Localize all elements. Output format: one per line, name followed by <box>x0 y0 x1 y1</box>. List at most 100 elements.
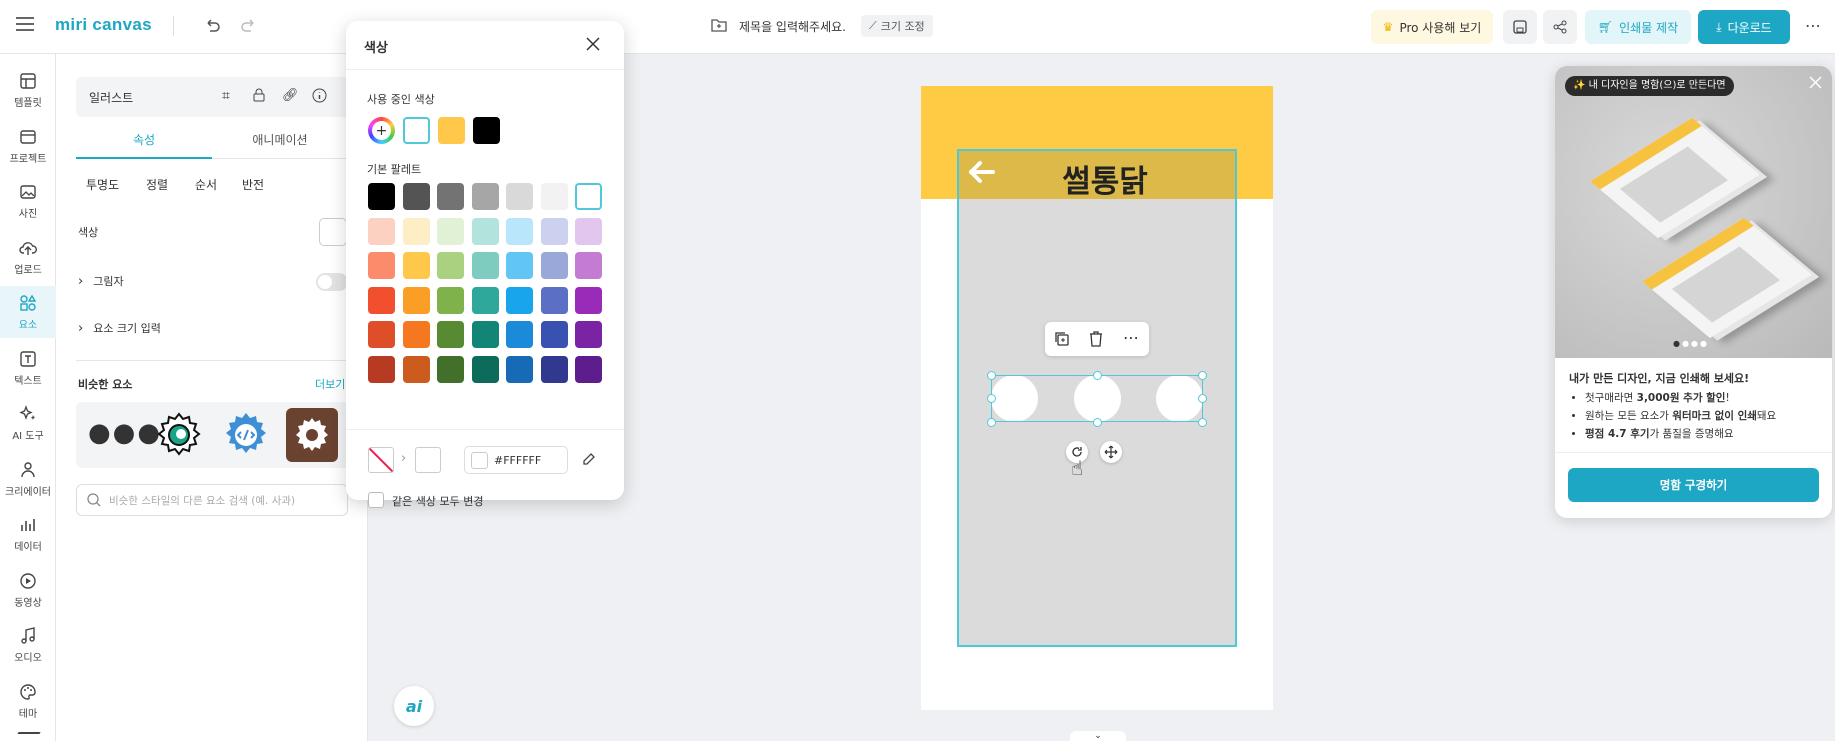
move-handle[interactable] <box>1100 441 1122 463</box>
palette-swatch[interactable] <box>368 355 395 383</box>
palette-swatch[interactable] <box>575 286 602 314</box>
shadow-toggle-row[interactable]: › 그림자 <box>78 273 124 289</box>
duplicate-icon[interactable] <box>1054 331 1070 350</box>
resize-handle[interactable] <box>987 394 996 403</box>
add-color-button[interactable]: + <box>368 117 395 144</box>
rail-item-7[interactable]: AI 도구 <box>0 397 56 449</box>
palette-swatch[interactable] <box>540 183 568 210</box>
palette-swatch[interactable] <box>402 321 430 348</box>
palette-swatch[interactable] <box>506 217 533 245</box>
more-link[interactable]: 더보기 <box>315 376 345 392</box>
back-arrow-icon[interactable] <box>963 154 999 193</box>
tab-properties[interactable]: 속성 <box>76 131 212 157</box>
palette-swatch[interactable] <box>540 321 568 348</box>
save-button[interactable] <box>1503 10 1537 44</box>
used-color-swatch[interactable] <box>438 117 465 144</box>
title-input[interactable]: 제목을 입력해주세요. <box>739 18 846 35</box>
palette-swatch[interactable] <box>437 217 464 245</box>
palette-swatch[interactable] <box>368 217 395 245</box>
palette-swatch[interactable] <box>402 217 430 245</box>
rail-item-11[interactable]: 오디오 <box>0 619 56 671</box>
palette-swatch[interactable] <box>437 183 464 210</box>
subtab-align[interactable]: 정렬 <box>146 176 168 193</box>
resize-handle[interactable] <box>987 418 996 427</box>
palette-swatch[interactable] <box>437 252 464 279</box>
palette-swatch[interactable] <box>540 217 568 245</box>
lock-icon[interactable] <box>253 88 265 105</box>
palette-swatch[interactable] <box>506 183 533 210</box>
gear-code-icon[interactable] <box>221 410 271 463</box>
undo-icon[interactable] <box>204 17 220 36</box>
palette-swatch[interactable] <box>575 321 602 348</box>
close-icon[interactable] <box>586 37 600 54</box>
resize-handle[interactable] <box>1093 371 1102 380</box>
shadow-toggle[interactable] <box>316 273 348 291</box>
palette-swatch[interactable] <box>368 286 395 314</box>
rail-item-1[interactable]: 템플릿 <box>0 64 56 116</box>
resize-handle[interactable] <box>1198 418 1207 427</box>
palette-swatch[interactable] <box>368 183 395 210</box>
palette-swatch[interactable] <box>368 252 395 279</box>
palette-swatch[interactable] <box>540 252 568 279</box>
subtab-opacity[interactable]: 투명도 <box>86 176 119 193</box>
tab-animation[interactable]: 애니메이션 <box>212 131 348 157</box>
gear-outline-icon[interactable] <box>154 410 204 463</box>
more-icon[interactable]: ⋯ <box>1805 16 1821 35</box>
palette-swatch[interactable] <box>575 355 602 383</box>
resize-handle[interactable] <box>1198 394 1207 403</box>
info-icon[interactable] <box>312 88 327 106</box>
ai-assistant-button[interactable]: ai <box>394 686 434 726</box>
similar-search-input[interactable]: 비슷한 스타일의 다른 요소 검색 (예. 사과) <box>76 484 348 516</box>
rail-item-8[interactable]: 크리에이터 <box>0 453 56 505</box>
palette-swatch[interactable] <box>506 286 533 314</box>
subtab-flip[interactable]: 반전 <box>242 176 264 193</box>
palette-swatch[interactable] <box>471 321 499 348</box>
eyedropper-icon[interactable] <box>582 452 596 469</box>
palette-swatch[interactable] <box>402 286 430 314</box>
palette-swatch[interactable] <box>540 286 568 314</box>
no-fill-swatch[interactable] <box>368 447 394 473</box>
hex-input[interactable]: #FFFFFF <box>464 446 568 474</box>
rail-item-4[interactable]: 업로드 <box>0 231 56 283</box>
palette-swatch[interactable] <box>506 321 533 348</box>
promo-cta-button[interactable]: 명함 구경하기 <box>1568 468 1819 502</box>
logo[interactable]: miri canvas <box>55 15 152 35</box>
dots-element[interactable]: ●●● <box>88 420 162 446</box>
rail-item-2[interactable]: 프로젝트 <box>0 120 56 172</box>
design-page[interactable]: 썰통닭 ⋯ ☝ <box>921 86 1273 710</box>
download-button[interactable]: ⤓ 다운로드 <box>1698 10 1790 44</box>
share-button[interactable] <box>1543 10 1577 44</box>
print-button[interactable]: 🛒︎ 인쇄물 제작 <box>1585 10 1691 44</box>
link-icon[interactable]: 🔗︎ <box>282 88 299 103</box>
more-options-icon[interactable]: ⋯ <box>1123 328 1139 347</box>
palette-swatch[interactable] <box>402 252 430 279</box>
palette-swatch[interactable] <box>575 252 602 279</box>
pro-trial-button[interactable]: ♛ Pro 사용해 보기 <box>1371 10 1493 44</box>
rail-item-5[interactable]: 요소 <box>0 286 56 338</box>
redo-icon[interactable] <box>241 17 257 36</box>
resize-handle[interactable] <box>987 371 996 380</box>
palette-swatch[interactable] <box>437 355 464 383</box>
header-title[interactable]: 썰통닭 <box>1020 156 1190 201</box>
palette-swatch[interactable] <box>402 183 430 210</box>
palette-swatch[interactable] <box>368 321 395 348</box>
palette-swatch[interactable] <box>402 355 430 383</box>
rail-item-12[interactable]: 테마 <box>0 675 56 727</box>
trash-icon[interactable] <box>1089 331 1103 350</box>
rail-item-9[interactable]: 데이터 <box>0 508 56 560</box>
used-color-swatch[interactable] <box>403 117 430 144</box>
folder-icon[interactable] <box>711 18 727 35</box>
palette-swatch[interactable] <box>575 183 602 210</box>
palette-swatch[interactable] <box>540 355 568 383</box>
resize-handle[interactable] <box>1093 418 1102 427</box>
palette-swatch[interactable] <box>437 321 464 348</box>
color-swatch-button[interactable] <box>319 218 347 246</box>
palette-swatch[interactable] <box>471 183 499 210</box>
carousel-dots[interactable]: ●●●● <box>1673 339 1709 348</box>
format-painter-icon[interactable]: ⌗ <box>222 88 230 104</box>
promo-close-icon[interactable] <box>1809 76 1822 92</box>
rail-item-10[interactable]: 동영상 <box>0 564 56 616</box>
used-color-swatch[interactable] <box>473 117 500 144</box>
palette-swatch[interactable] <box>471 355 499 383</box>
gear-brown-icon[interactable] <box>286 408 338 462</box>
